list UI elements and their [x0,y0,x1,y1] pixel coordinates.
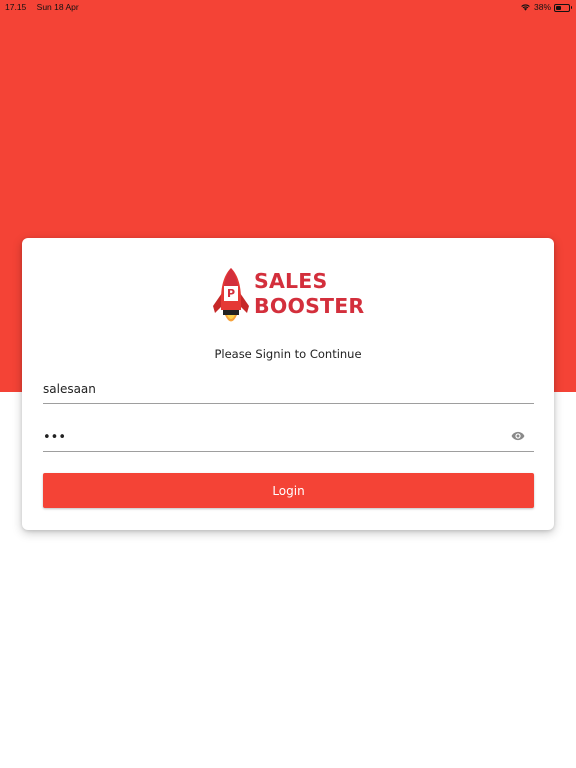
battery-level-fill [556,5,561,10]
wifi-icon [521,4,530,11]
status-bar: 17.15 Sun 18 Apr 38% [0,0,576,14]
status-left: 17.15 Sun 18 Apr [5,2,87,12]
password-field[interactable] [43,426,534,452]
username-input[interactable] [43,379,483,399]
login-screen: 17.15 Sun 18 Apr 38% P SALES BOOSTER Ple… [0,0,576,768]
username-field[interactable] [43,378,534,404]
brand-line-1: SALES [254,269,328,293]
brand-line-2: BOOSTER [254,294,365,318]
status-right: 38% [520,2,572,12]
sales-booster-logo: P SALES BOOSTER [211,266,371,330]
battery-percent: 38% [533,2,551,12]
rocket-badge-letter: P [226,287,236,300]
status-date: Sun 18 Apr [36,2,79,12]
password-input[interactable] [43,427,483,448]
eye-icon[interactable] [511,429,525,443]
brand-name: SALES BOOSTER [254,269,364,319]
battery-icon [554,3,572,12]
signin-prompt: Please Signin to Continue [214,347,362,361]
status-time: 17.15 [5,2,27,12]
login-button[interactable]: Login [43,473,534,508]
login-card: P SALES BOOSTER Please Signin to Continu… [22,238,554,530]
battery-cap [570,5,572,9]
